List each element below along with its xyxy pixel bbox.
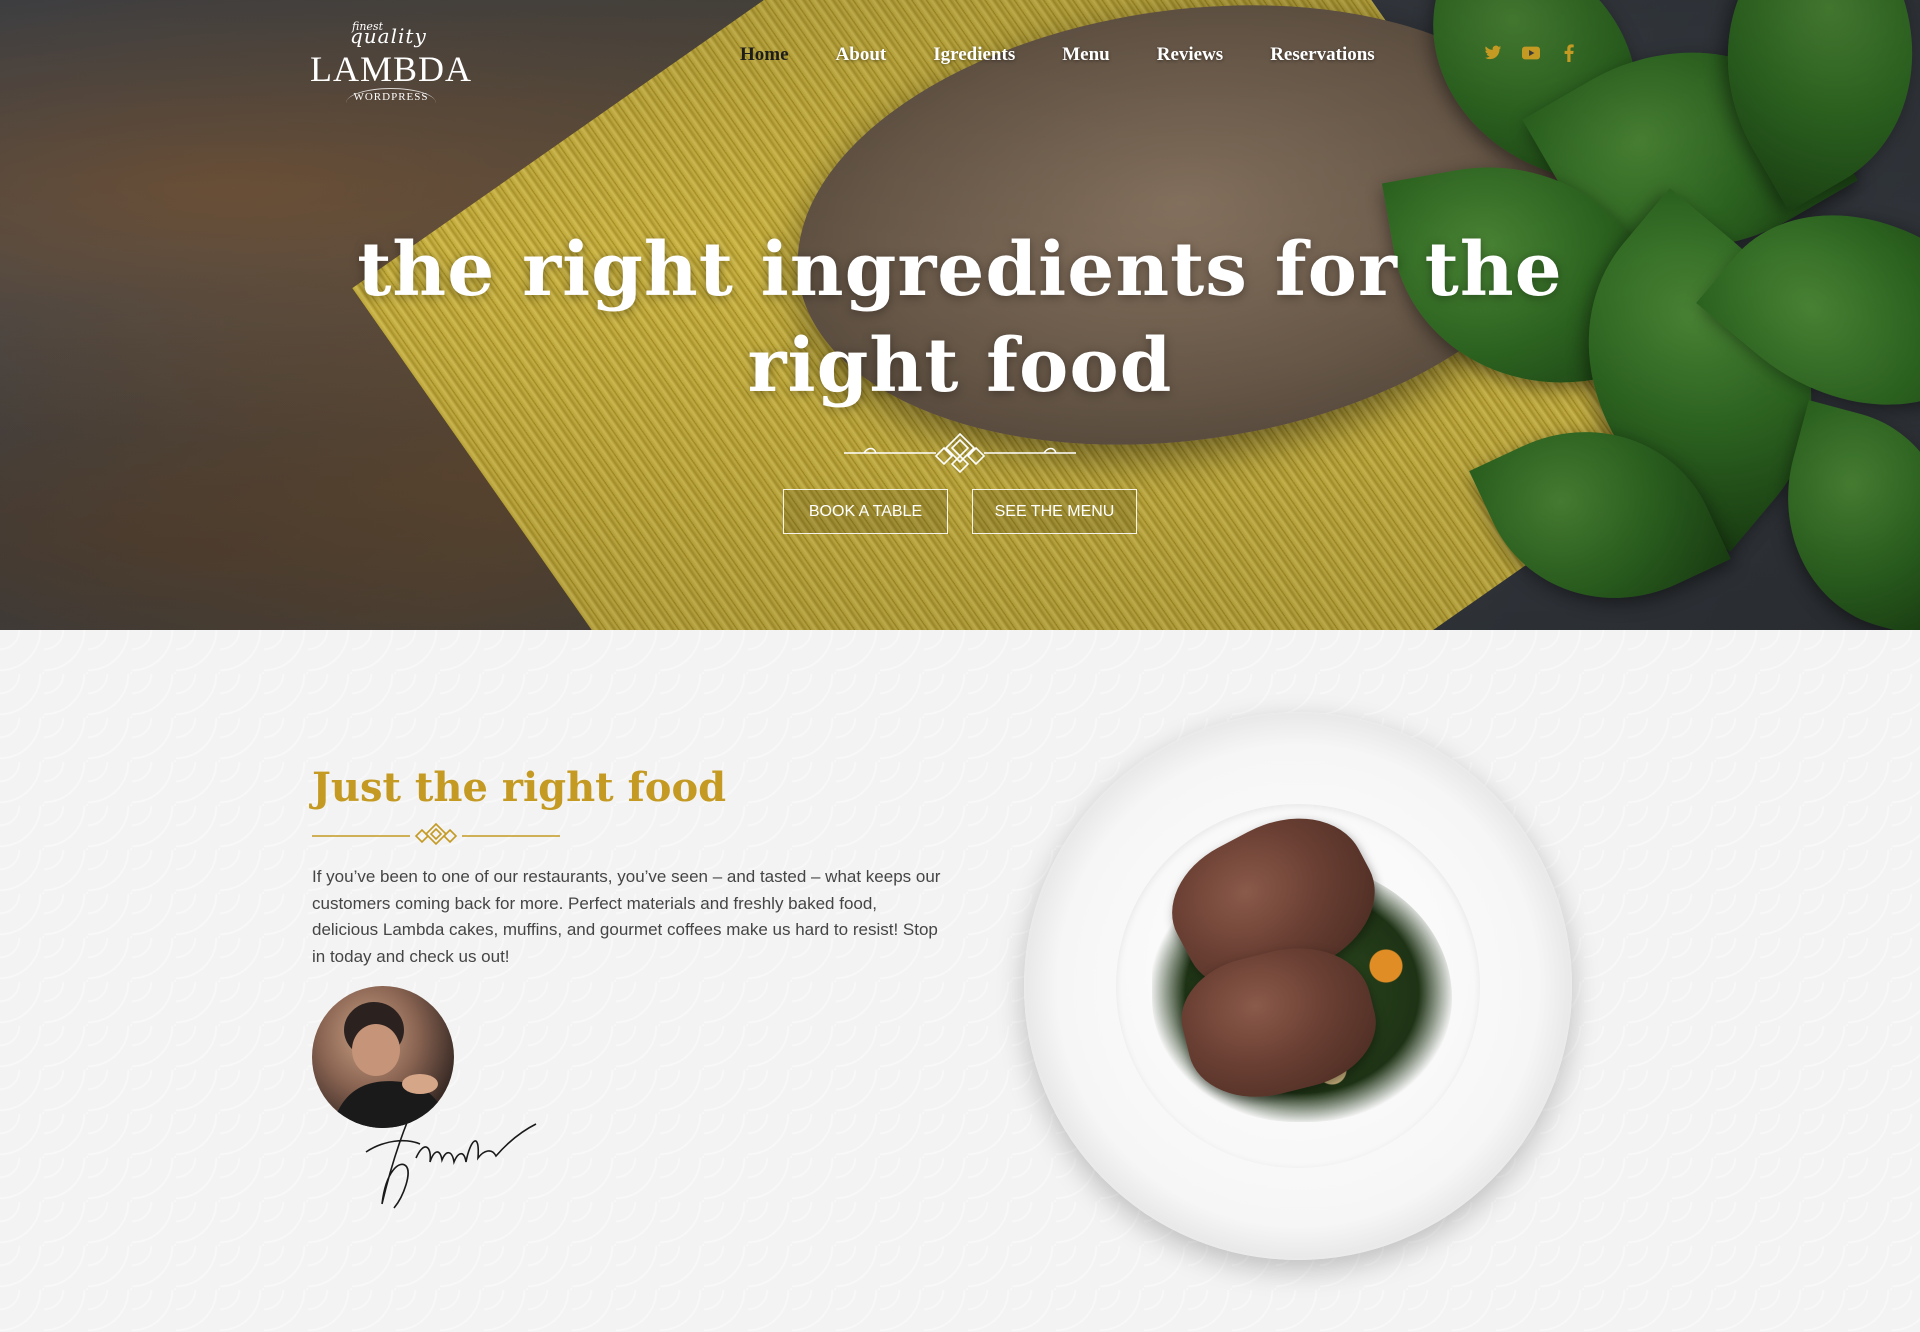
book-table-button[interactable]: BOOK A TABLE xyxy=(783,489,948,534)
youtube-icon[interactable] xyxy=(1522,44,1540,62)
plate-image xyxy=(1024,712,1572,1260)
hero-headline-line1: the right ingredients for the xyxy=(357,227,1563,313)
logo-brand-text: LAMBDA xyxy=(310,49,473,89)
chef-signature-icon xyxy=(365,1119,537,1209)
about-title: Just the right food xyxy=(312,764,727,811)
facebook-icon[interactable] xyxy=(1560,44,1578,62)
hero-headline: the right ingredients for the right food xyxy=(300,222,1620,414)
logo-quality-text: quality xyxy=(350,24,427,48)
ornament-divider-icon xyxy=(844,432,1076,474)
logo-sub-text: WORDPRESS xyxy=(346,88,436,103)
twitter-icon[interactable] xyxy=(1484,44,1502,62)
about-paragraph: If you’ve been to one of our restaurants… xyxy=(312,867,941,966)
main-nav: Home About Igredients Menu Reviews Reser… xyxy=(740,44,1422,70)
site-logo[interactable]: finest quality LAMBDA WORDPRESS xyxy=(310,18,473,108)
nav-item-ingredients[interactable]: Igredients xyxy=(933,44,1015,70)
nav-item-reviews[interactable]: Reviews xyxy=(1157,44,1223,70)
about-section: Just the right food If you’ve been to on… xyxy=(0,630,1920,1332)
nav-item-reservations[interactable]: Reservations xyxy=(1270,44,1374,70)
nav-item-about[interactable]: About xyxy=(836,44,887,70)
social-links xyxy=(1484,44,1578,62)
nav-item-home[interactable]: Home xyxy=(740,44,789,70)
see-menu-button[interactable]: SEE THE MENU xyxy=(972,489,1137,534)
hero-section: finest quality LAMBDA WORDPRESS Home Abo… xyxy=(0,0,1920,630)
nav-item-menu[interactable]: Menu xyxy=(1062,44,1110,70)
gold-ornament-divider-icon xyxy=(312,822,560,846)
hero-headline-line2: right food xyxy=(747,323,1173,409)
